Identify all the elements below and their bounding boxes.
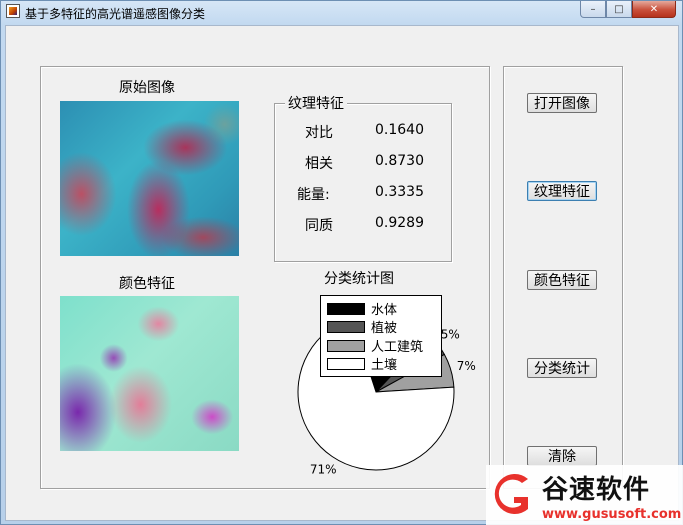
- pie-slice-label: 7%: [457, 359, 476, 373]
- figure-client-area: 原始图像 颜色特征 纹理特征 对比 0.1640 相关 0.8730 能量: 0…: [5, 25, 679, 521]
- color-feature-image: [60, 296, 239, 451]
- texture-label-homogeneity: 同质: [305, 218, 333, 234]
- minimize-button[interactable]: –: [580, 1, 606, 18]
- watermark-url: www.gususoft.com: [542, 507, 682, 522]
- window-title: 基于多特征的高光谱遥感图像分类: [25, 7, 206, 21]
- legend-item-soil: 土壤: [327, 354, 397, 373]
- legend-swatch: [327, 302, 365, 315]
- pie-slice-label: 71%: [310, 463, 337, 477]
- texture-feature-button[interactable]: 纹理特征: [527, 181, 597, 201]
- texture-value-homogeneity: 0.9289: [375, 215, 424, 231]
- texture-label-energy: 能量:: [297, 187, 330, 203]
- pie-slice-label: 5%: [441, 327, 460, 341]
- legend-label: 植被: [371, 321, 398, 336]
- maximize-button[interactable]: □: [606, 1, 632, 18]
- legend-label: 人工建筑: [371, 340, 424, 355]
- legend-label: 水体: [371, 303, 398, 318]
- clear-button[interactable]: 清除: [527, 446, 597, 466]
- legend-item-vegetation: 植被: [327, 317, 397, 336]
- classification-stats-button[interactable]: 分类统计: [527, 358, 597, 378]
- legend-swatch: [327, 339, 365, 352]
- texture-value-correlation: 0.8730: [375, 153, 424, 169]
- app-window: 基于多特征的高光谱遥感图像分类 – □ ✕ 原始图像 颜色特征 纹理特征 对比 …: [0, 0, 683, 525]
- color-feature-title: 颜色特征: [119, 276, 175, 292]
- watermark: 谷速软件 www.gususoft.com: [486, 465, 683, 525]
- legend-label: 土壤: [371, 358, 398, 373]
- original-image-title: 原始图像: [119, 80, 175, 96]
- caption-buttons: – □ ✕: [580, 1, 676, 19]
- texture-value-contrast: 0.1640: [375, 122, 424, 138]
- original-image: [60, 101, 239, 256]
- button-panel: 打开图像 纹理特征 颜色特征 分类统计 清除: [503, 66, 623, 489]
- close-button[interactable]: ✕: [632, 1, 676, 18]
- open-image-button[interactable]: 打开图像: [527, 93, 597, 113]
- display-panel: 原始图像 颜色特征 纹理特征 对比 0.1640 相关 0.8730 能量: 0…: [40, 66, 490, 489]
- title-bar[interactable]: 基于多特征的高光谱遥感图像分类 – □ ✕: [1, 1, 682, 23]
- texture-label-contrast: 对比: [305, 125, 333, 141]
- gususoft-logo-icon: [494, 474, 528, 514]
- texture-feature-group: 纹理特征 对比 0.1640 相关 0.8730 能量: 0.3335 同质 0…: [274, 93, 452, 262]
- texture-value-energy: 0.3335: [375, 184, 424, 200]
- legend-swatch: [327, 320, 365, 333]
- chart-title: 分类统计图: [324, 271, 394, 287]
- texture-group-title: 纹理特征: [285, 93, 347, 113]
- watermark-brand: 谷速软件: [542, 475, 651, 505]
- legend-swatch: [327, 357, 365, 370]
- legend-item-buildings: 人工建筑: [327, 336, 423, 355]
- legend-item-water: 水体: [327, 299, 397, 318]
- texture-label-correlation: 相关: [305, 156, 333, 172]
- matlab-icon: [6, 4, 20, 18]
- chart-legend: 水体 植被 人工建筑 土壤: [320, 295, 442, 377]
- color-feature-button[interactable]: 颜色特征: [527, 270, 597, 290]
